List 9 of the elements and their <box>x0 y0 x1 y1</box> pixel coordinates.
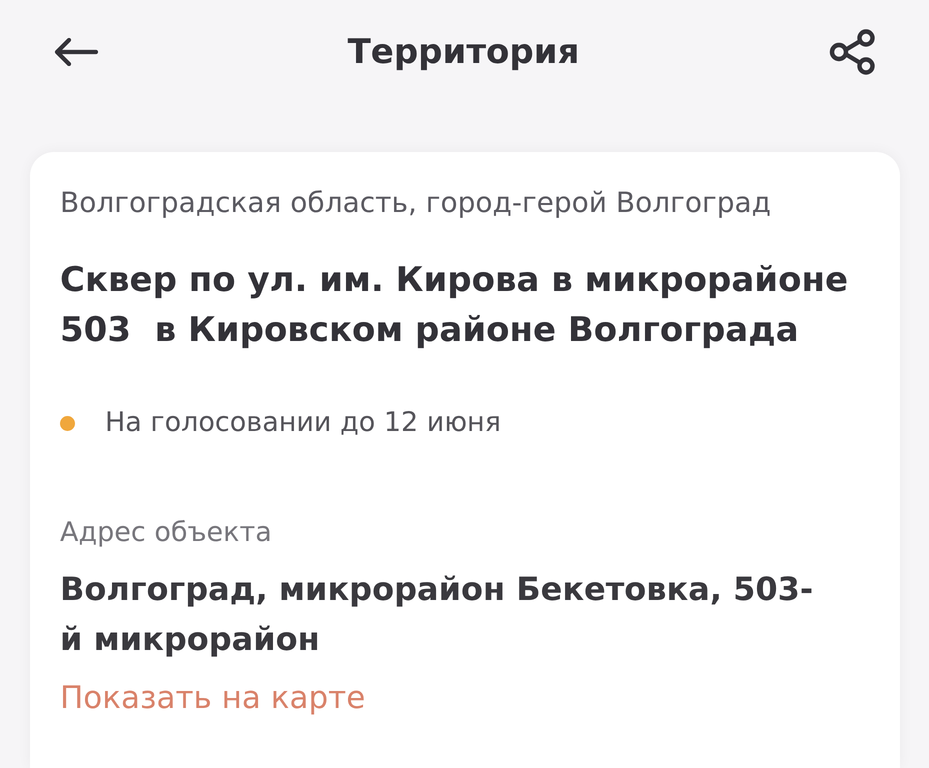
region-text: Волгоградская область, город-герой Волгоград <box>60 186 771 220</box>
left-arrow-icon[interactable] <box>54 38 98 66</box>
screen-title: Территория <box>348 32 580 72</box>
share-icon[interactable] <box>829 29 877 75</box>
project-title: Сквер по ул. им. Кирова в микрорайоне 503 в Кировском районе Волгограда <box>60 259 850 352</box>
show-on-map-link[interactable]: Показать на карте <box>60 678 366 718</box>
status-text: На голосовании до 12 июня <box>105 406 501 440</box>
address-label: Адрес объекта <box>60 516 272 550</box>
address-value: Волгоград, микрорайон Бекетовка, 503-й микрорайон <box>60 569 814 660</box>
